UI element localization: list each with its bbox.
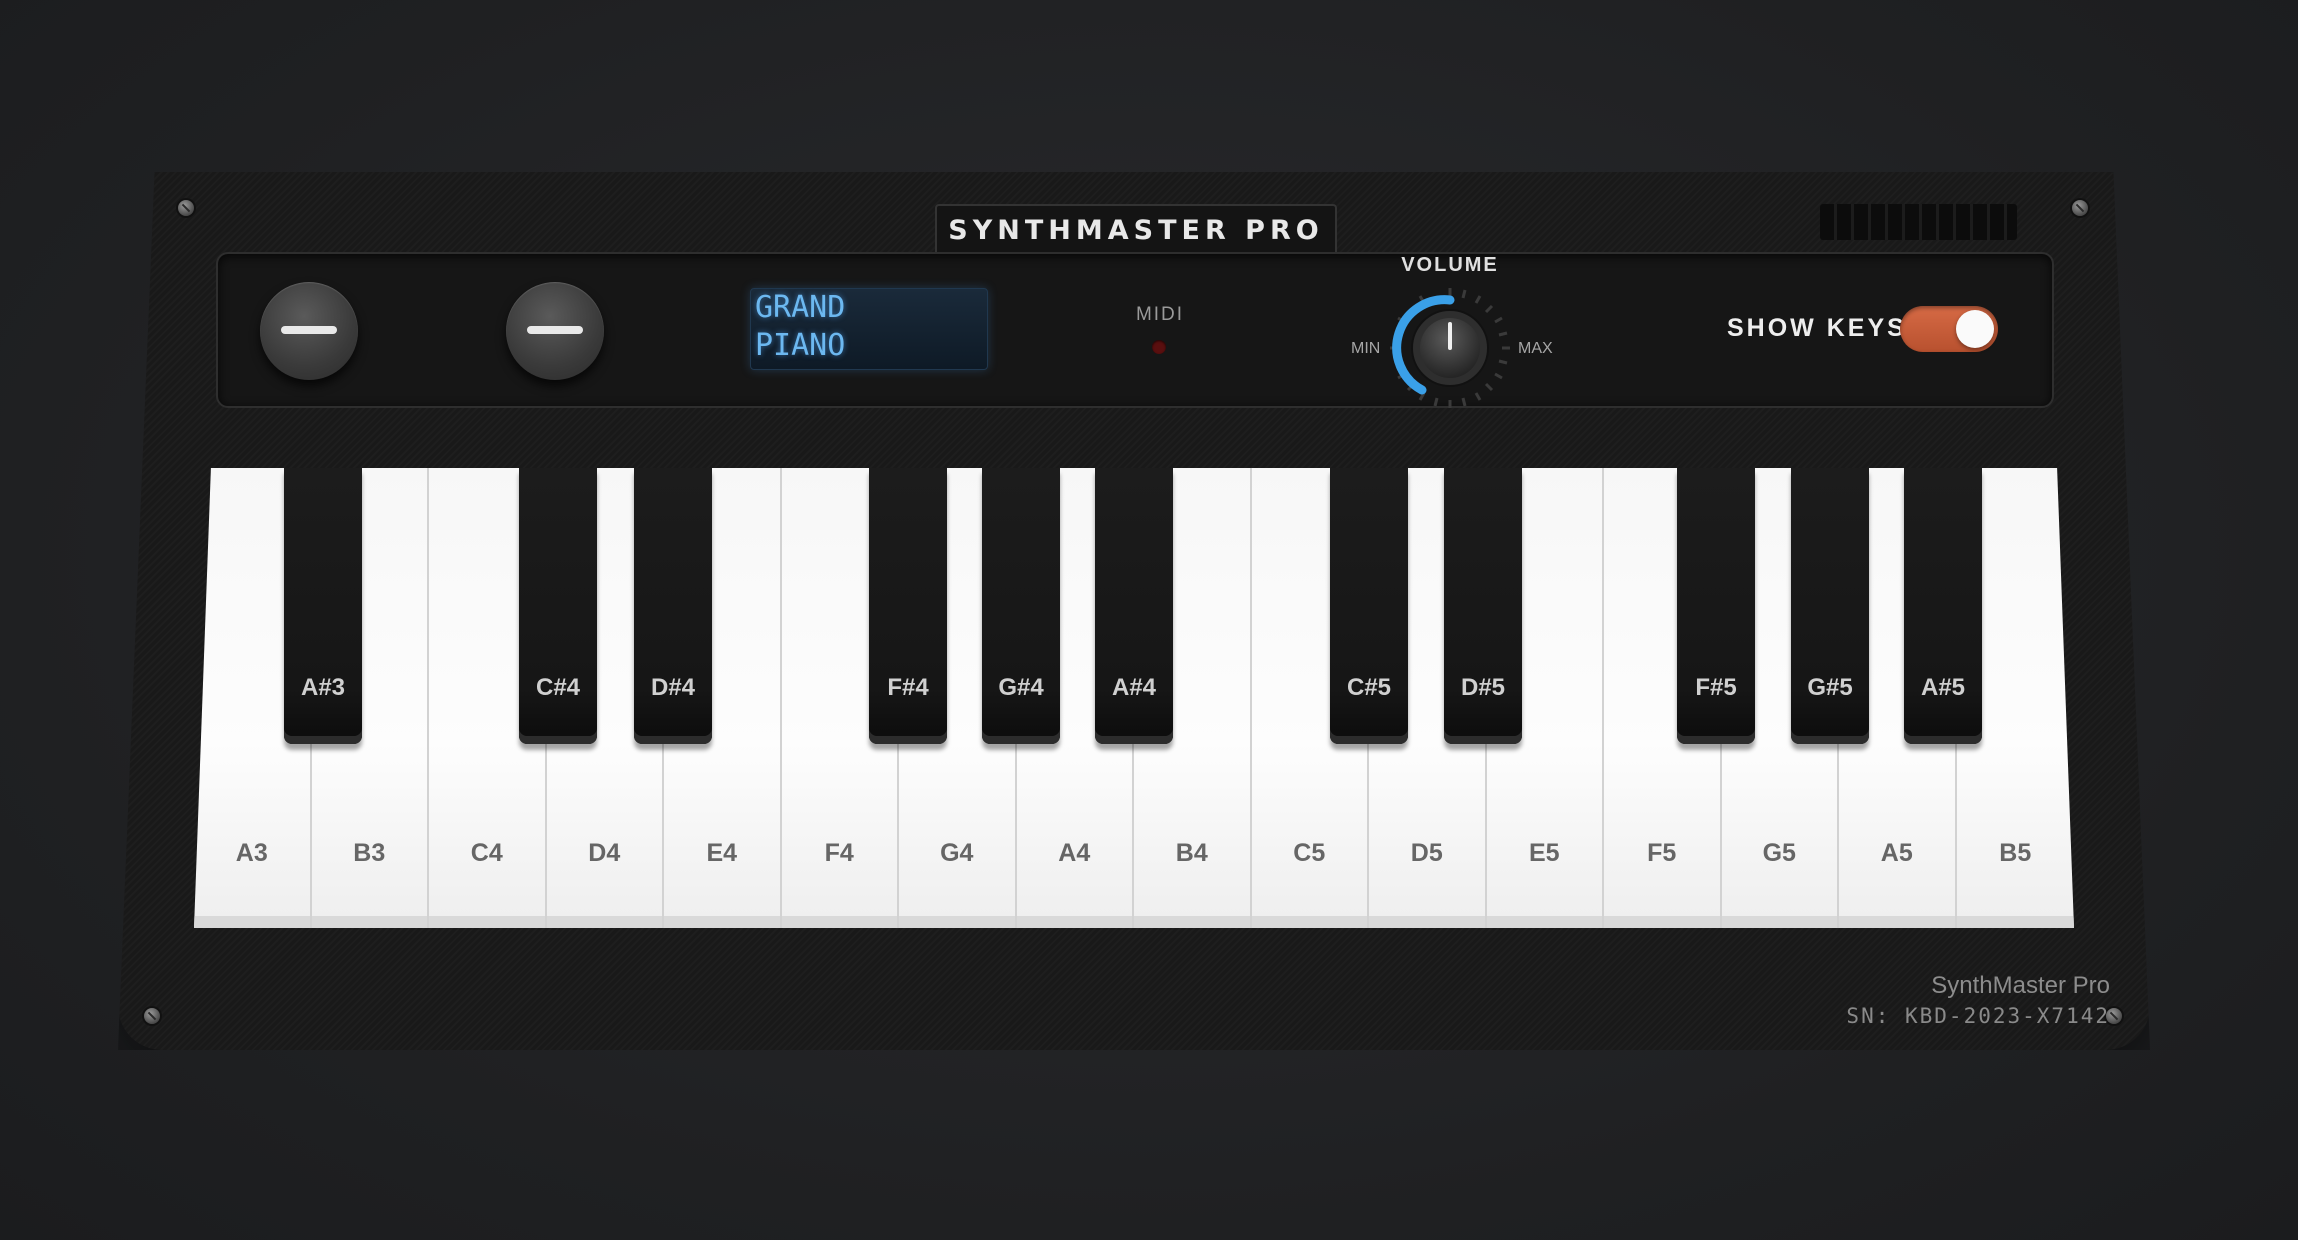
key-label: F4 — [824, 839, 854, 867]
key-label: B4 — [1175, 839, 1208, 867]
serial-number: SN: KBD-2023-X7142 — [1846, 1004, 2110, 1028]
key-label: F5 — [1647, 839, 1677, 867]
key-label: G#4 — [998, 674, 1044, 701]
preset-display-line2: PIANO — [755, 328, 846, 363]
key-label: D5 — [1410, 839, 1443, 867]
minus-icon — [527, 326, 583, 334]
volume-knob[interactable] — [1388, 286, 1512, 410]
volume-knob-graphic — [1390, 288, 1510, 408]
screw-icon — [2072, 200, 2088, 216]
minus-button-right[interactable] — [506, 282, 604, 380]
black-key[interactable]: D#4 — [634, 468, 712, 744]
black-key[interactable]: F#5 — [1677, 468, 1755, 744]
black-key[interactable]: A#3 — [284, 468, 362, 744]
key-label: D#4 — [650, 674, 696, 701]
keyboard: A3 B3 C4 D4 E4 F4 G4 A4 B4 C5 D5 E5 F5 G… — [194, 468, 2074, 928]
key-label: A#5 — [1920, 674, 1966, 701]
key-label: C5 — [1293, 839, 1326, 867]
key-label: E5 — [1528, 839, 1560, 867]
volume-max-label: MAX — [1518, 340, 1553, 357]
black-key[interactable]: D#5 — [1444, 468, 1522, 744]
minus-button-left[interactable] — [260, 282, 358, 380]
key-label: C4 — [470, 839, 503, 867]
key-label: F#4 — [887, 674, 929, 701]
preset-display: GRAND PIANO — [750, 288, 988, 370]
toggle-knob — [1956, 310, 1994, 348]
key-label: F#5 — [1695, 674, 1737, 701]
key-label: D4 — [588, 839, 621, 867]
key-label: A4 — [1058, 839, 1091, 867]
volume-label: VOLUME — [1401, 254, 1499, 276]
show-keys-label: SHOW KEYS — [1727, 314, 1907, 342]
key-label: A5 — [1880, 839, 1913, 867]
speaker-vent — [1820, 204, 2017, 240]
key-label: C#5 — [1346, 674, 1392, 701]
black-key[interactable]: C#4 — [519, 468, 597, 744]
key-label: B3 — [353, 839, 386, 867]
black-key[interactable]: F#4 — [869, 468, 947, 744]
volume-min-label: MIN — [1351, 340, 1381, 357]
key-label: A#3 — [300, 674, 346, 701]
key-label: E4 — [706, 839, 738, 867]
key-label: G4 — [940, 839, 974, 867]
black-key[interactable]: G#5 — [1791, 468, 1869, 744]
black-key[interactable]: A#4 — [1095, 468, 1173, 744]
black-key[interactable]: G#4 — [982, 468, 1060, 744]
show-keys-toggle[interactable] — [1900, 306, 1998, 352]
black-key[interactable]: C#5 — [1330, 468, 1408, 744]
minus-icon — [281, 326, 337, 334]
key-label: A3 — [235, 839, 268, 867]
screw-icon — [178, 200, 194, 216]
key-label: A#4 — [1111, 674, 1157, 701]
key-label: C#4 — [535, 674, 581, 701]
midi-label: MIDI — [1135, 304, 1185, 325]
preset-display-line1: GRAND — [755, 290, 846, 325]
black-key[interactable]: A#5 — [1904, 468, 1982, 744]
model-name: SynthMaster Pro — [1931, 972, 2110, 999]
key-label: G5 — [1762, 839, 1796, 867]
key-label: D#5 — [1460, 674, 1506, 701]
screw-icon — [144, 1008, 160, 1024]
brand-title: SYNTHMASTER PRO — [935, 204, 1337, 254]
key-label: B5 — [1999, 839, 2032, 867]
key-label: G#5 — [1807, 674, 1853, 701]
midi-indicator-led — [1152, 340, 1166, 354]
